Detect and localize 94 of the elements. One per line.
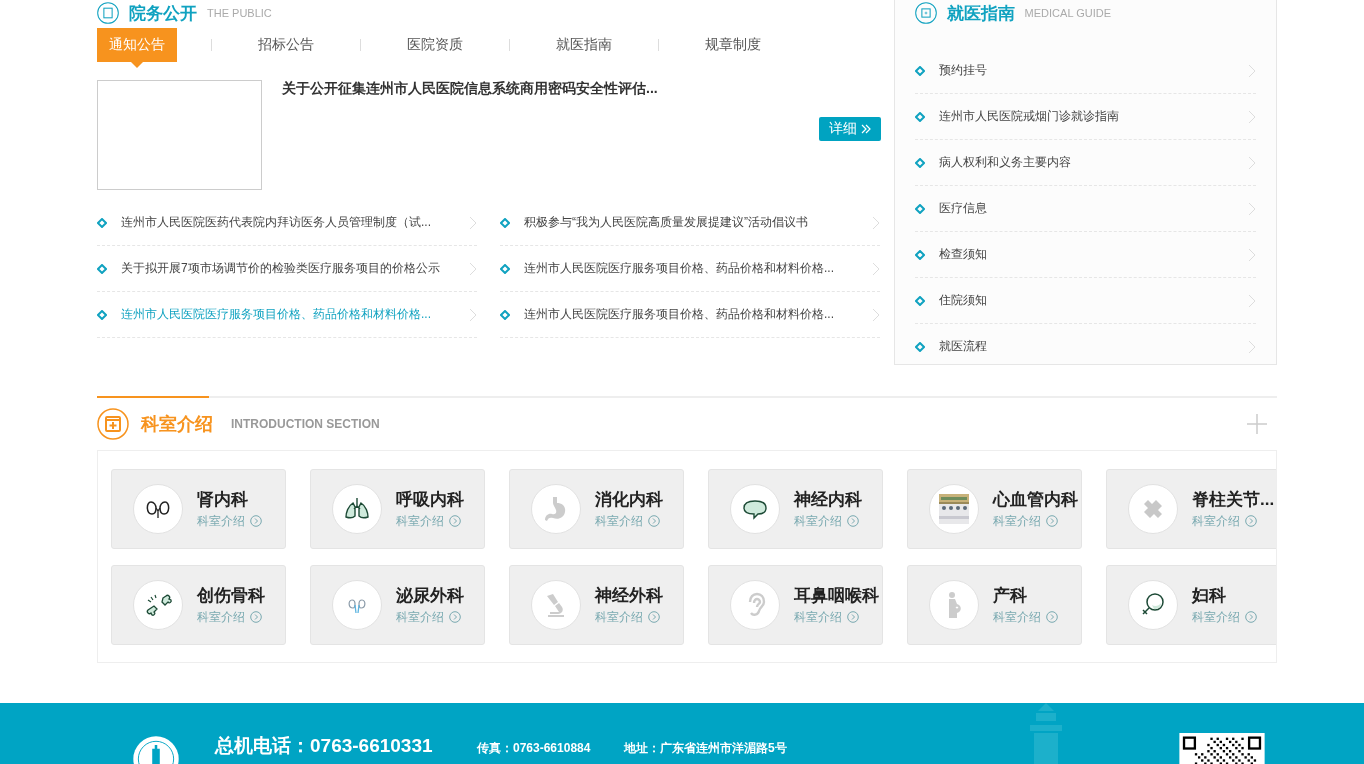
diamond-icon (914, 65, 925, 76)
department-name: 创伤骨科 (197, 585, 265, 607)
chevron-icon (469, 215, 477, 230)
news-headline[interactable]: 关于公开征集连州市人民医院信息系统商用密码安全性评估... (282, 80, 881, 98)
department-card[interactable]: 产科 科室介绍 (907, 565, 1082, 645)
phone-number: 总机电话：0763-6610331 (215, 734, 433, 758)
diamond-icon (97, 309, 107, 320)
department-card[interactable]: 脊柱关节... 科室介绍 (1106, 469, 1276, 549)
document-icon (97, 2, 119, 24)
diamond-icon (97, 263, 107, 274)
guide-link[interactable]: 检查须知 (938, 246, 1248, 263)
tab[interactable]: 就医指南 (544, 28, 624, 62)
address: 地址：广东省连州市洋湄路5号 (624, 740, 787, 757)
tab[interactable]: 招标公告 (246, 28, 326, 62)
arrow-circle-icon (449, 611, 461, 623)
section-title: 科室介绍 (141, 413, 213, 436)
fax-number: 传真：0763-6610884 (477, 740, 591, 757)
diamond-icon (914, 249, 925, 260)
tab[interactable]: 规章制度 (693, 28, 773, 62)
news-link[interactable]: 连州市人民医院医药代表院内拜访医务人员管理制度（试... (121, 214, 469, 231)
arrow-circle-icon (449, 515, 461, 527)
diamond-icon (914, 295, 925, 306)
department-name: 妇科 (1192, 585, 1227, 607)
department-card[interactable]: 心血管内科 科室介绍 (907, 469, 1082, 549)
guide-link[interactable]: 病人权利和义务主要内容 (938, 154, 1248, 171)
department-name: 肾内科 (197, 489, 248, 511)
guide-link[interactable]: 住院须知 (938, 292, 1248, 309)
tab-pointer-icon (131, 62, 143, 68)
chevron-icon (1248, 155, 1256, 170)
arrow-circle-icon (250, 515, 262, 527)
section-title: 院务公开 (129, 2, 197, 25)
arrow-circle-icon (648, 611, 660, 623)
arrow-circle-icon (648, 515, 660, 527)
section-subtitle: INTRODUCTION SECTION (231, 417, 380, 431)
diamond-icon (97, 217, 107, 228)
chevron-icon (469, 307, 477, 322)
department-name: 心血管内科 (993, 489, 1078, 511)
guide-link[interactable]: 连州市人民医院戒烟门诊就诊指南 (938, 108, 1248, 125)
news-link[interactable]: 积极参与“我为人民医院高质量发展提建议”活动倡议书 (524, 214, 872, 231)
chevron-icon (872, 261, 880, 276)
department-card[interactable]: 消化内科 科室介绍 (509, 469, 684, 549)
arrow-circle-icon (847, 515, 859, 527)
department-card[interactable]: 耳鼻咽喉科 科室介绍 (708, 565, 883, 645)
department-card[interactable]: 神经内科 科室介绍 (708, 469, 883, 549)
department-name: 消化内科 (595, 489, 663, 511)
chevron-icon (1248, 109, 1256, 124)
arrow-circle-icon (847, 611, 859, 623)
diamond-icon (914, 341, 925, 352)
arrow-circle-icon (1046, 611, 1058, 623)
diamond-icon (914, 157, 925, 168)
diamond-icon (914, 203, 925, 214)
chevron-icon (1248, 247, 1256, 262)
news-link[interactable]: 连州市人民医院医疗服务项目价格、药品价格和材料价格... (524, 260, 872, 277)
department-name: 产科 (993, 585, 1028, 607)
department-name: 泌尿外科 (396, 585, 464, 607)
section-title: 就医指南 (946, 2, 1015, 25)
chevron-icon (469, 261, 477, 276)
department-name: 神经内科 (794, 489, 862, 511)
arrow-circle-icon (250, 611, 262, 623)
department-name: 神经外科 (595, 585, 663, 607)
department-card[interactable]: 妇科 科室介绍 (1106, 565, 1276, 645)
arrow-circle-icon (1245, 611, 1257, 623)
news-link[interactable]: 连州市人民医院医疗服务项目价格、药品价格和材料价格... (524, 306, 872, 323)
plus-box-icon (97, 408, 129, 440)
chevron-icon (1248, 201, 1256, 216)
chevron-icon (1248, 293, 1256, 308)
department-name: 呼吸内科 (396, 489, 464, 511)
arrow-circle-icon (1245, 515, 1257, 527)
tab[interactable]: 医院资质 (395, 28, 475, 62)
section-subtitle: MEDICAL GUIDE (1024, 7, 1111, 19)
department-card[interactable]: 肾内科 科室介绍 (111, 469, 286, 549)
medical-box-icon (914, 2, 937, 24)
department-name: 耳鼻咽喉科 (794, 585, 879, 607)
chevron-icon (1248, 63, 1256, 78)
department-name: 脊柱关节... (1192, 489, 1275, 511)
chevron-icon (872, 215, 880, 230)
diamond-icon (500, 309, 510, 320)
section-subtitle: THE PUBLIC (207, 7, 272, 19)
plus-icon[interactable] (1247, 414, 1267, 434)
news-link[interactable]: 关于拟开展7项市场调节价的检验类医疗服务项目的价格公示 (121, 260, 469, 277)
chevron-icon (1248, 339, 1256, 354)
diamond-icon (500, 217, 510, 228)
guide-link[interactable]: 就医流程 (938, 338, 1248, 355)
guide-link[interactable]: 医疗信息 (938, 200, 1248, 217)
arrow-circle-icon (1046, 515, 1058, 527)
department-card[interactable]: 神经外科 科室介绍 (509, 565, 684, 645)
double-chevron-icon (860, 124, 871, 134)
department-card[interactable]: 创伤骨科 科室介绍 (111, 565, 286, 645)
diamond-icon (914, 111, 925, 122)
department-card[interactable]: 泌尿外科 科室介绍 (310, 565, 485, 645)
guide-link[interactable]: 预约挂号 (938, 62, 1248, 79)
chevron-icon (872, 307, 880, 322)
department-card[interactable]: 呼吸内科 科室介绍 (310, 469, 485, 549)
diamond-icon (500, 263, 510, 274)
